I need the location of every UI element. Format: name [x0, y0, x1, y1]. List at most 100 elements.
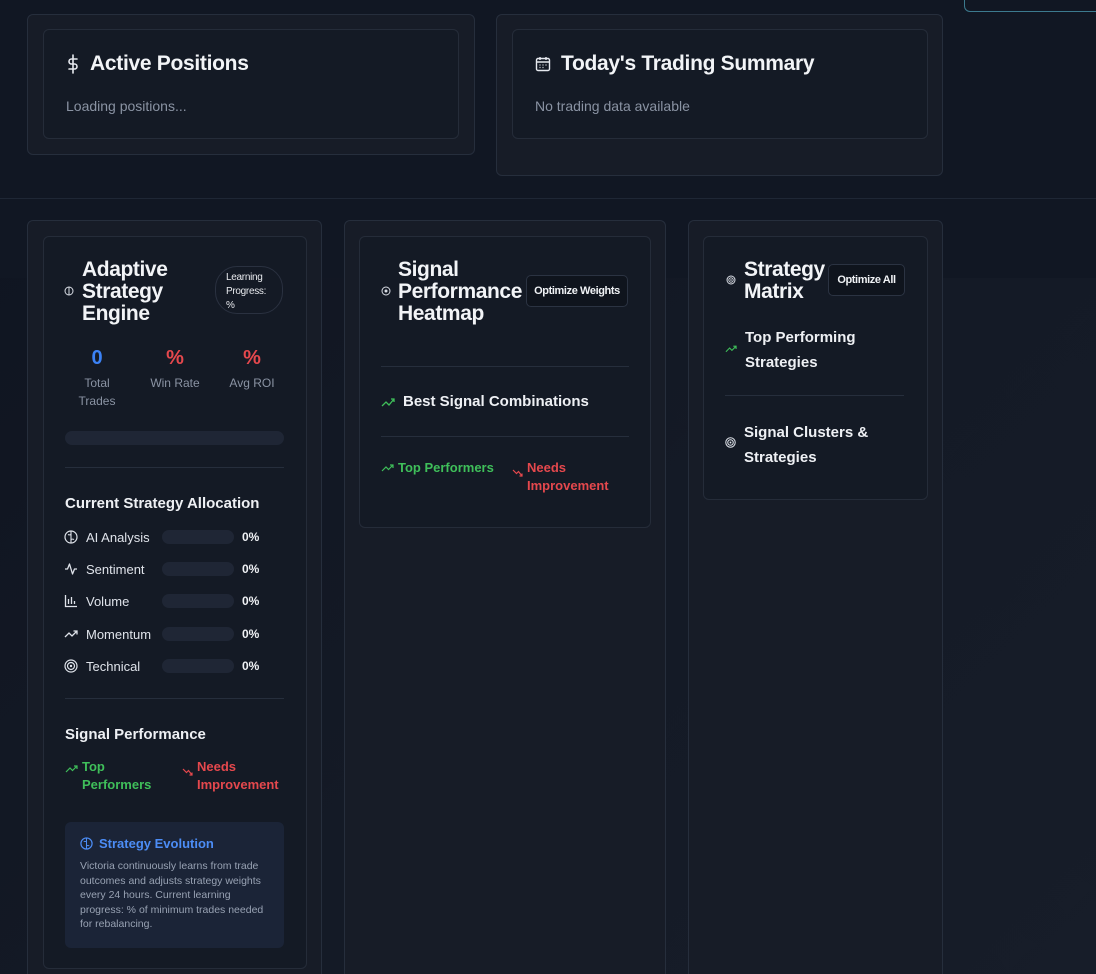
needs-improvement-label: Needs Improvement	[512, 459, 609, 495]
active-positions-status: Loading positions...	[66, 98, 187, 114]
signal-clusters-heading: Signal Clusters & Strategies	[725, 420, 868, 470]
active-positions-title: Active Positions	[90, 52, 249, 75]
allocation-title: Current Strategy Allocation	[65, 495, 260, 512]
trending-up-icon	[65, 764, 78, 773]
allocation-value: 0%	[242, 659, 260, 673]
target-icon	[381, 286, 391, 296]
best-combinations-heading: Best Signal Combinations	[381, 393, 589, 410]
title-line: Signal Clusters &	[744, 424, 869, 441]
trending-up-icon	[725, 344, 737, 353]
brain-icon	[64, 286, 74, 296]
top-performing-strategies-heading: Top Performing Strategies	[725, 325, 856, 375]
learning-progress-badge: Learning Progress: %	[215, 266, 283, 314]
label-line: Needs	[197, 759, 237, 774]
stat-label: Total	[84, 376, 110, 390]
title-line: Strategy	[82, 280, 163, 303]
heatmap-title: Signal Performance Heatmap	[398, 259, 522, 325]
trending-down-icon	[182, 768, 193, 777]
stat-value: %	[243, 347, 261, 369]
title-line: Strategies	[744, 449, 817, 466]
title-line: Signal	[398, 258, 459, 281]
allocation-bar	[162, 659, 234, 673]
signal-performance-title: Signal Performance	[65, 726, 206, 743]
trending-up-icon	[381, 397, 395, 407]
divider	[381, 436, 629, 437]
badge-line: Learning	[226, 272, 263, 283]
stat-value: %	[166, 347, 184, 369]
strategy-evolution-text: Victoria continuously learns from trade …	[80, 860, 264, 930]
trending-down-icon	[512, 469, 523, 478]
title-line: Strategies	[745, 354, 818, 371]
brain-icon	[80, 837, 93, 850]
dollar-icon	[66, 54, 80, 74]
optimize-all-button[interactable]: Optimize All	[828, 264, 905, 296]
top-right-control[interactable]	[964, 0, 1096, 12]
trending-up-icon	[381, 463, 394, 472]
needs-improvement-label: Needs Improvement	[182, 758, 279, 794]
allocation-value: 0%	[242, 594, 260, 608]
allocation-label: Sentiment	[86, 561, 145, 577]
trading-summary-status: No trading data available	[535, 98, 690, 114]
allocation-value: 0%	[242, 627, 260, 641]
badge-line: %	[226, 300, 235, 311]
title-line: Strategy	[744, 258, 825, 281]
label-line: Top Performers	[398, 460, 494, 475]
activity-icon	[64, 562, 78, 576]
target-icon	[726, 275, 736, 285]
label-line: Top	[82, 759, 105, 774]
strategy-evolution-box: Strategy Evolution Victoria continuously…	[65, 822, 284, 948]
stat-win-rate: % Win Rate	[140, 347, 210, 392]
allocation-label: Volume	[86, 593, 130, 609]
allocation-label: Momentum	[86, 626, 152, 642]
divider	[381, 366, 629, 367]
trading-summary-card: Today's Trading Summary No trading data …	[512, 29, 928, 139]
allocation-row-sentiment: Sentiment 0%	[64, 559, 259, 579]
section-divider	[0, 198, 1096, 199]
top-performers-label: Top Performers	[65, 758, 151, 794]
label-line: Performers	[82, 777, 152, 792]
label-line: Improvement	[527, 478, 609, 493]
allocation-label: AI Analysis	[86, 529, 150, 545]
title-line: Matrix	[744, 280, 804, 303]
allocation-label: Technical	[86, 658, 141, 674]
top-performing-strategies-title: Top Performing Strategies	[745, 325, 856, 375]
top-performers-label: Top Performers	[381, 459, 494, 477]
target-icon	[64, 659, 78, 673]
stat-value: 0	[91, 347, 103, 369]
bar-chart-icon	[64, 594, 78, 608]
stat-label: Win Rate	[150, 376, 200, 390]
strategy-matrix-title: Strategy Matrix	[744, 259, 825, 303]
allocation-value: 0%	[242, 530, 260, 544]
allocation-row-technical: Technical 0%	[64, 656, 259, 676]
optimize-weights-button[interactable]: Optimize Weights	[526, 275, 628, 307]
title-line: Engine	[82, 302, 150, 325]
brain-icon	[64, 530, 78, 544]
label-line: Improvement	[197, 777, 279, 792]
allocation-bar	[162, 530, 234, 544]
allocation-row-ai-analysis: AI Analysis 0%	[64, 527, 259, 547]
divider	[65, 698, 284, 699]
allocation-row-volume: Volume 0%	[64, 591, 259, 611]
best-combinations-title: Best Signal Combinations	[403, 393, 589, 410]
label-line: Needs	[527, 460, 567, 475]
allocation-bar	[162, 562, 234, 576]
trading-summary-title: Today's Trading Summary	[561, 52, 815, 75]
strategy-evolution-heading: Strategy Evolution	[80, 836, 269, 851]
stat-total-trades: 0 Total Trades	[67, 347, 127, 410]
allocation-value: 0%	[242, 562, 260, 576]
title-line: Performance	[398, 280, 522, 303]
divider	[725, 395, 904, 396]
signal-clusters-title: Signal Clusters & Strategies	[744, 420, 868, 470]
title-line: Adaptive	[82, 258, 168, 281]
allocation-bar	[162, 627, 234, 641]
title-line: Top Performing	[745, 329, 856, 346]
learning-progress-bar	[65, 431, 284, 445]
strategy-evolution-title: Strategy Evolution	[99, 836, 214, 851]
calendar-icon	[535, 56, 551, 72]
badge-line: Progress:	[226, 286, 267, 297]
title-line: Heatmap	[398, 302, 484, 325]
trending-up-icon	[64, 627, 78, 641]
allocation-bar	[162, 594, 234, 608]
divider	[65, 467, 284, 468]
stat-avg-roi: % Avg ROI	[222, 347, 282, 392]
